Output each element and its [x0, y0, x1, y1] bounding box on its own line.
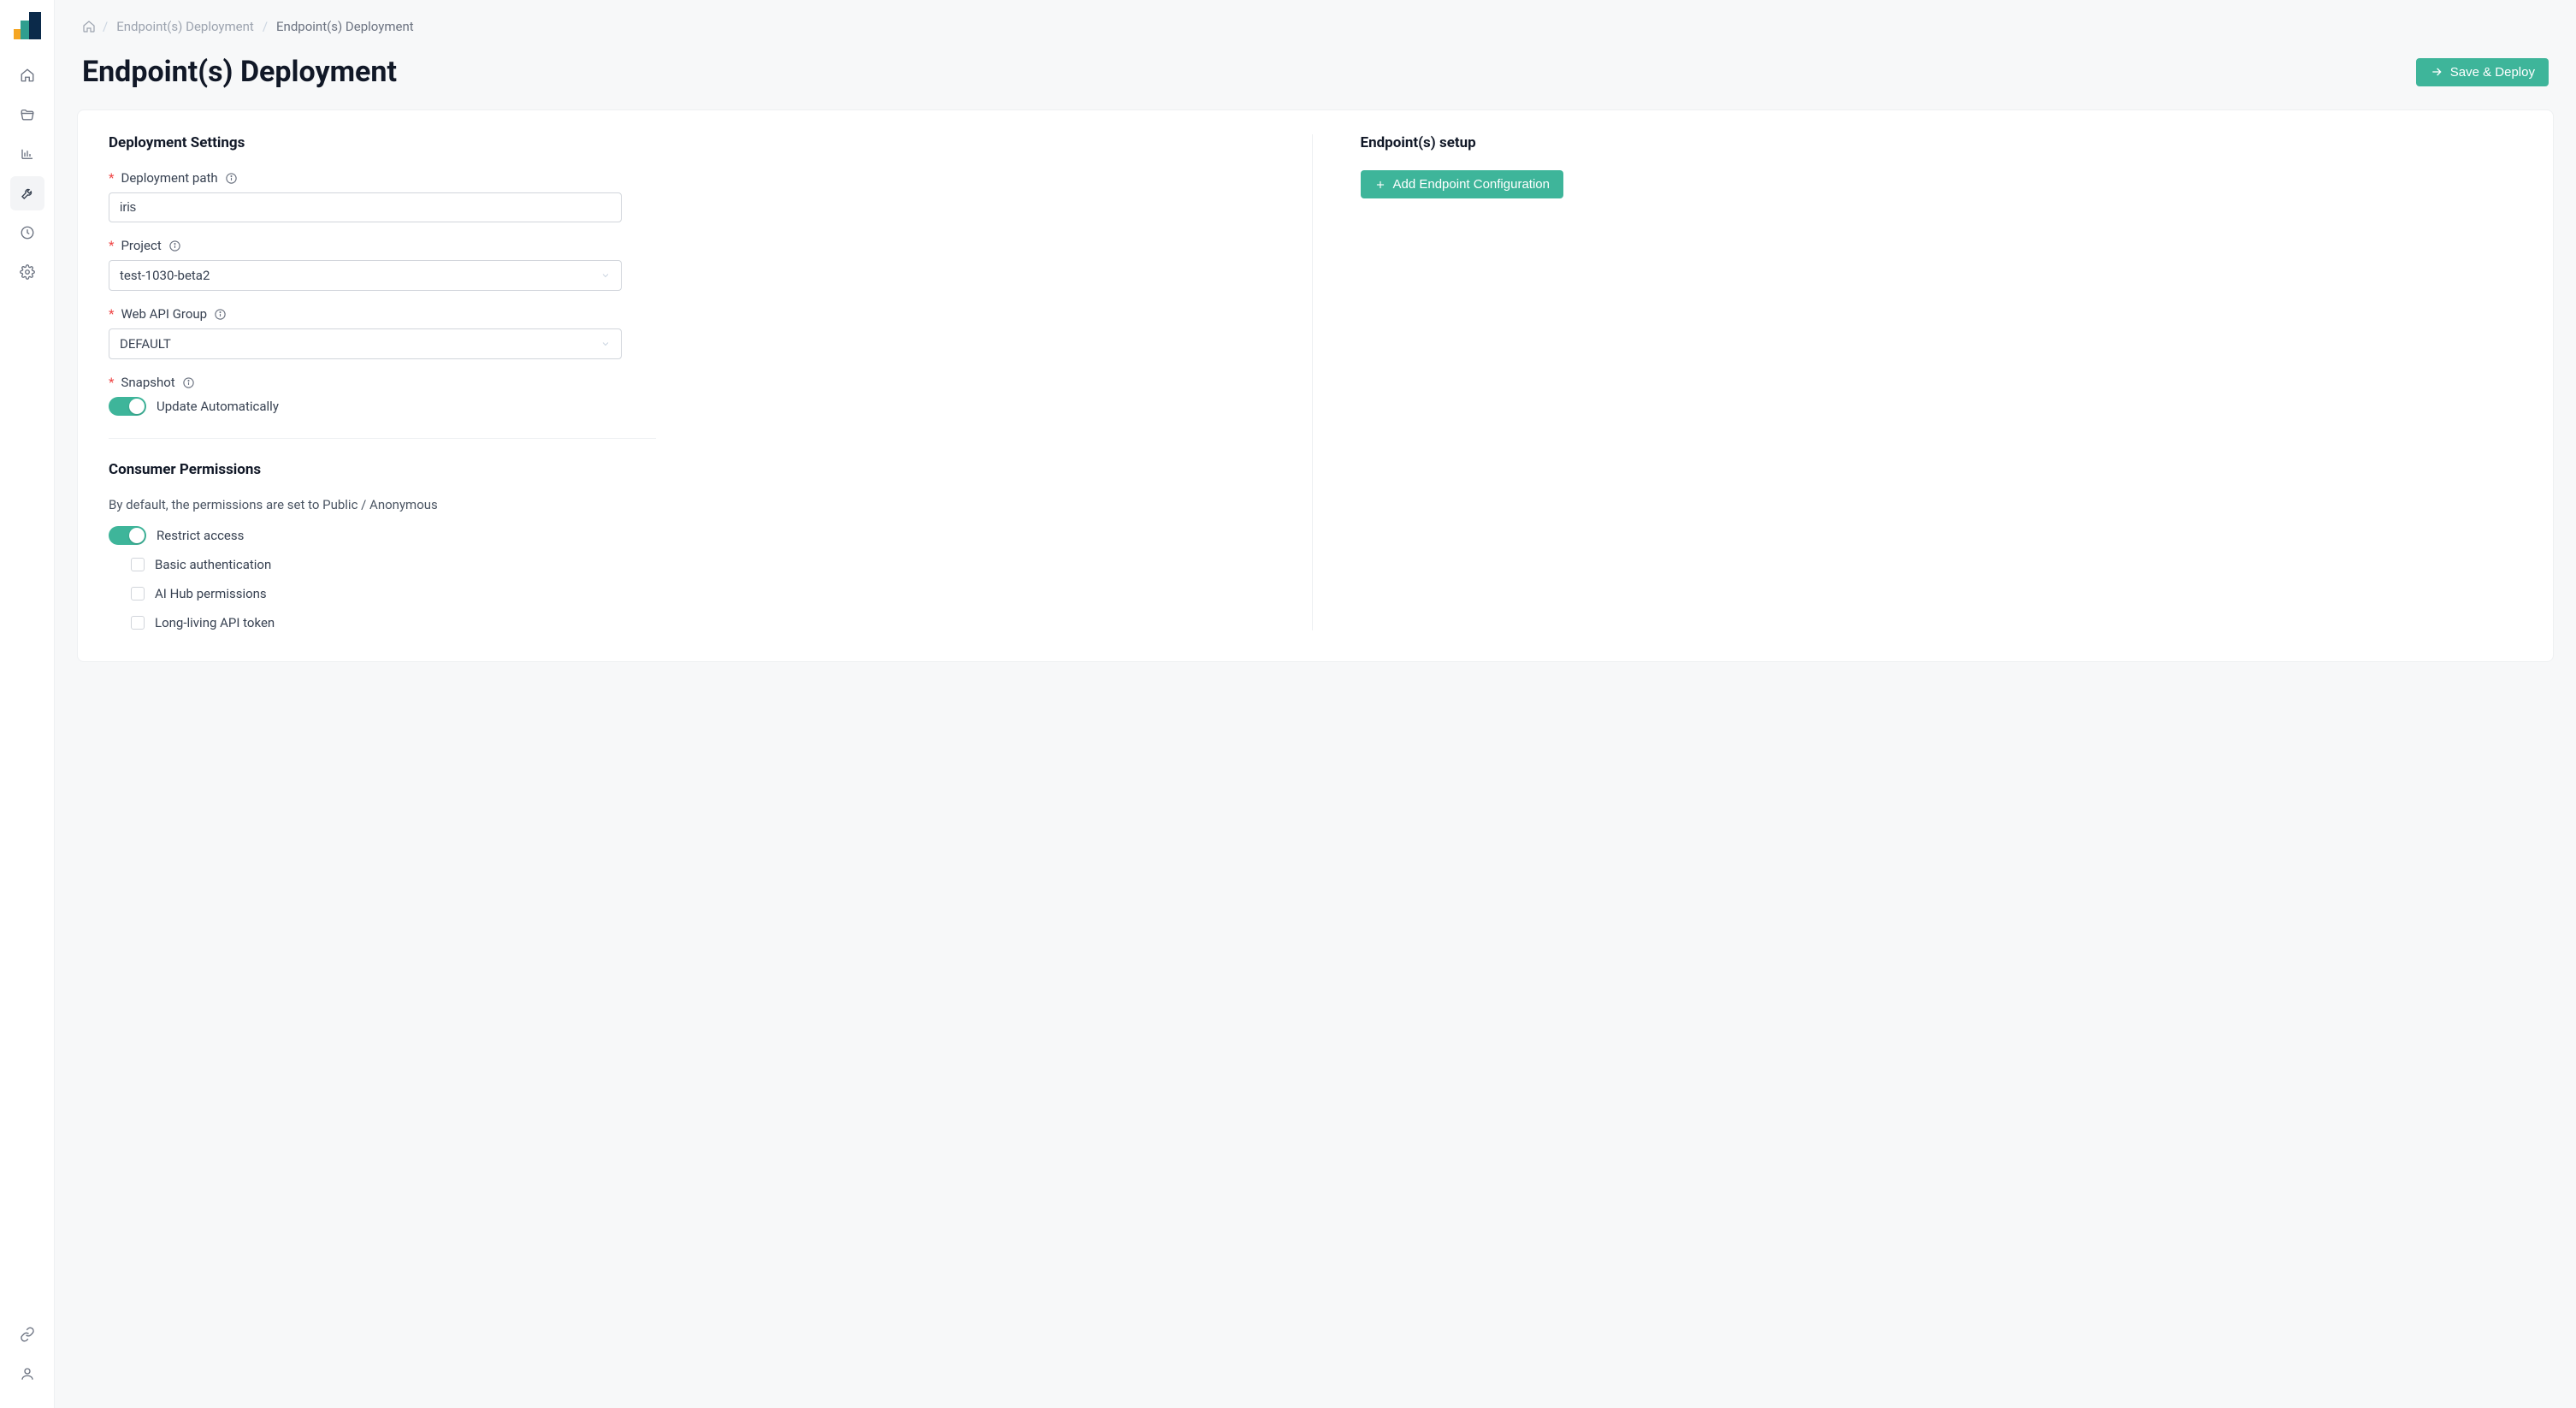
main-content: / Endpoint(s) Deployment / Endpoint(s) D…	[55, 0, 2576, 1408]
save-deploy-button[interactable]: Save & Deploy	[2416, 58, 2549, 86]
breadcrumb-link[interactable]: Endpoint(s) Deployment	[116, 19, 254, 34]
app-logo	[12, 10, 43, 41]
breadcrumb-current: Endpoint(s) Deployment	[276, 19, 414, 34]
plus-icon	[1374, 179, 1386, 191]
breadcrumb-separator: /	[103, 19, 108, 34]
project-label: Project	[121, 238, 161, 253]
web-api-group-select[interactable]: DEFAULT	[109, 328, 622, 359]
breadcrumb-separator: /	[263, 19, 268, 34]
breadcrumb: / Endpoint(s) Deployment / Endpoint(s) D…	[55, 0, 2576, 34]
ai-hub-label: AI Hub permissions	[155, 586, 267, 601]
nav-folder-icon[interactable]	[10, 98, 44, 132]
restrict-access-label: Restrict access	[157, 528, 244, 543]
info-icon[interactable]	[214, 308, 227, 321]
web-api-group-label: Web API Group	[121, 306, 207, 322]
basic-auth-label: Basic authentication	[155, 557, 271, 572]
add-endpoint-button[interactable]: Add Endpoint Configuration	[1361, 170, 1563, 198]
api-token-checkbox[interactable]	[131, 616, 145, 630]
nav-chart-icon[interactable]	[10, 137, 44, 171]
sidebar	[0, 0, 55, 1408]
nav-wrench-icon[interactable]	[10, 176, 44, 210]
required-marker: *	[109, 238, 114, 253]
permissions-description: By default, the permissions are set to P…	[109, 497, 1271, 512]
info-icon[interactable]	[168, 240, 181, 252]
info-icon[interactable]	[225, 172, 238, 185]
nav-link-icon[interactable]	[10, 1317, 44, 1352]
nav-user-icon[interactable]	[10, 1357, 44, 1391]
info-icon[interactable]	[182, 376, 195, 389]
ai-hub-checkbox[interactable]	[131, 587, 145, 600]
arrow-right-icon	[2430, 65, 2443, 79]
required-marker: *	[109, 306, 114, 322]
home-icon[interactable]	[82, 20, 96, 33]
project-value: test-1030-beta2	[120, 268, 210, 283]
section-divider	[109, 438, 656, 439]
required-marker: *	[109, 170, 114, 186]
nav-clock-icon[interactable]	[10, 216, 44, 250]
snapshot-label: Snapshot	[121, 375, 174, 390]
endpoints-setup-title: Endpoint(s) setup	[1361, 134, 2523, 151]
snapshot-toggle-label: Update Automatically	[157, 399, 279, 414]
project-select[interactable]: test-1030-beta2	[109, 260, 622, 291]
nav-gear-icon[interactable]	[10, 255, 44, 289]
chevron-down-icon	[600, 339, 611, 349]
restrict-access-toggle[interactable]	[109, 526, 146, 545]
required-marker: *	[109, 375, 114, 390]
add-endpoint-label: Add Endpoint Configuration	[1393, 177, 1550, 192]
consumer-permissions-title: Consumer Permissions	[109, 461, 1271, 478]
nav-home-icon[interactable]	[10, 58, 44, 92]
settings-card: Deployment Settings * Deployment path *	[77, 109, 2554, 662]
chevron-down-icon	[600, 270, 611, 281]
deployment-settings-title: Deployment Settings	[109, 134, 1271, 151]
web-api-group-value: DEFAULT	[120, 336, 171, 352]
deployment-path-input[interactable]	[109, 192, 622, 222]
basic-auth-checkbox[interactable]	[131, 558, 145, 571]
snapshot-toggle[interactable]	[109, 397, 146, 416]
deployment-path-label: Deployment path	[121, 170, 217, 186]
page-title: Endpoint(s) Deployment	[82, 55, 397, 89]
save-deploy-label: Save & Deploy	[2450, 65, 2535, 80]
api-token-label: Long-living API token	[155, 615, 275, 630]
